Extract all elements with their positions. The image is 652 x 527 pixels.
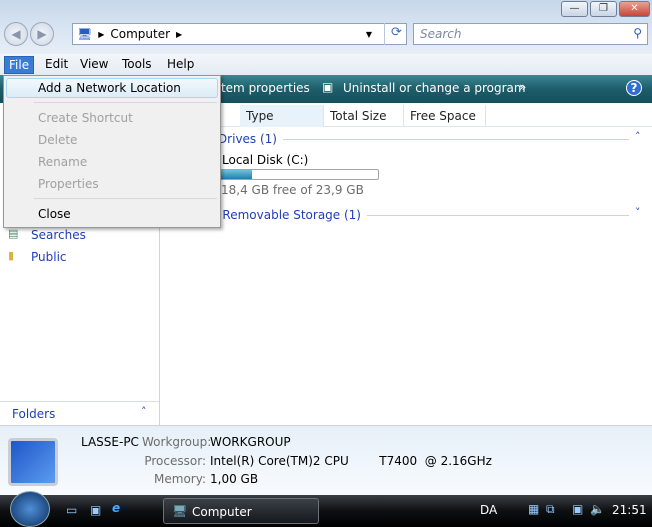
folder-icon: ▮ [8,249,15,262]
computer-icon: 🖥 [77,27,93,41]
menu-item-rename: Rename [38,155,88,169]
clock[interactable]: 21:51 [612,503,647,517]
internet-explorer-icon[interactable]: e [112,501,120,515]
link-searches[interactable]: Searches [31,228,86,242]
column-type[interactable]: Type [240,105,324,127]
file-list: Hard Disk Drives (1) ˄ Local Disk (C:) 1… [161,127,652,425]
language-indicator[interactable]: DA [480,503,497,517]
close-button[interactable]: ✕ [619,1,650,17]
file-menu-dropdown: Add a Network Location Create Shortcut D… [3,75,221,228]
computer-icon [8,438,58,486]
menu-item-properties: Properties [38,177,99,191]
menu-item-add-network-location[interactable]: Add a Network Location [38,78,181,98]
menu-view[interactable]: View [76,56,112,74]
uninstall-program-button[interactable]: Uninstall or change a program [343,81,526,95]
title-bar: — ❐ ✕ ◀ ▶ 🖥 ▶ Computer ▶ ▼ ⟳ Search ⚲ [0,0,652,54]
forward-button[interactable]: ▶ [30,22,54,46]
chevron-down-icon: ˅ [635,206,641,219]
chevron-right-icon: ▶ [98,29,105,39]
folders-label: Folders [12,407,56,421]
computer-icon: 🖥 [172,504,188,518]
group-hard-disk-drives[interactable]: Hard Disk Drives (1) ˄ [161,130,641,146]
search-icon: ⚲ [633,26,642,40]
menu-bar: File Edit View Tools Help [0,54,652,75]
programs-icon: ▣ [322,80,334,94]
tray-icon[interactable]: ▦ [528,502,539,516]
menu-item-create-shortcut: Create Shortcut [38,111,133,125]
chevron-up-icon: ˄ [635,130,641,143]
search-input[interactable]: Search ⚲ [413,23,648,45]
taskbar: ▭ ▣ e 🖥 Computer DA ▦ ⧉ ▣ 🔈 21:51 [0,491,652,527]
group-removable-storage[interactable]: Devices with Removable Storage (1) ˅ [161,206,641,222]
column-free-space[interactable]: Free Space [404,105,486,127]
tray-icon[interactable]: ⧉ [546,502,555,517]
menu-file[interactable]: File [4,56,35,74]
dropdown-icon[interactable]: ▼ [366,30,372,39]
restore-button[interactable]: ❐ [590,1,617,17]
menu-item-close[interactable]: Close [38,204,71,224]
minimize-button[interactable]: — [561,1,588,17]
disk-usage-bar [213,169,379,180]
breadcrumb-computer[interactable]: Computer [110,27,170,41]
switch-windows-icon[interactable]: ▣ [90,503,101,517]
searches-icon: ▤ [8,227,19,240]
menu-help[interactable]: Help [163,56,198,74]
start-button[interactable] [10,491,50,527]
address-bar[interactable]: 🖥 ▶ Computer ▶ ▼ [72,23,407,45]
column-total-size[interactable]: Total Size [324,105,404,127]
chevron-up-icon: ˄ [141,405,147,418]
help-icon[interactable]: ? [626,80,642,96]
menu-item-delete: Delete [38,133,78,147]
menu-edit[interactable]: Edit [41,56,72,74]
details-pane: LASSE-PC Workgroup: WORKGROUP Processor:… [0,425,652,495]
network-icon[interactable]: ▣ [572,502,583,516]
folders-toggle[interactable]: Folders ˄ [0,401,159,425]
back-button[interactable]: ◀ [4,22,28,46]
column-headers: Type Total Size Free Space [160,105,652,127]
refresh-button[interactable]: ⟳ [384,23,408,45]
show-desktop-icon[interactable]: ▭ [66,503,77,517]
link-public[interactable]: Public [31,250,67,264]
menu-tools[interactable]: Tools [118,56,156,74]
more-button[interactable]: » [519,80,526,94]
taskbar-item-computer[interactable]: 🖥 Computer [163,498,319,524]
volume-icon[interactable]: 🔈 [590,502,605,516]
chevron-right-icon: ▶ [176,29,183,39]
